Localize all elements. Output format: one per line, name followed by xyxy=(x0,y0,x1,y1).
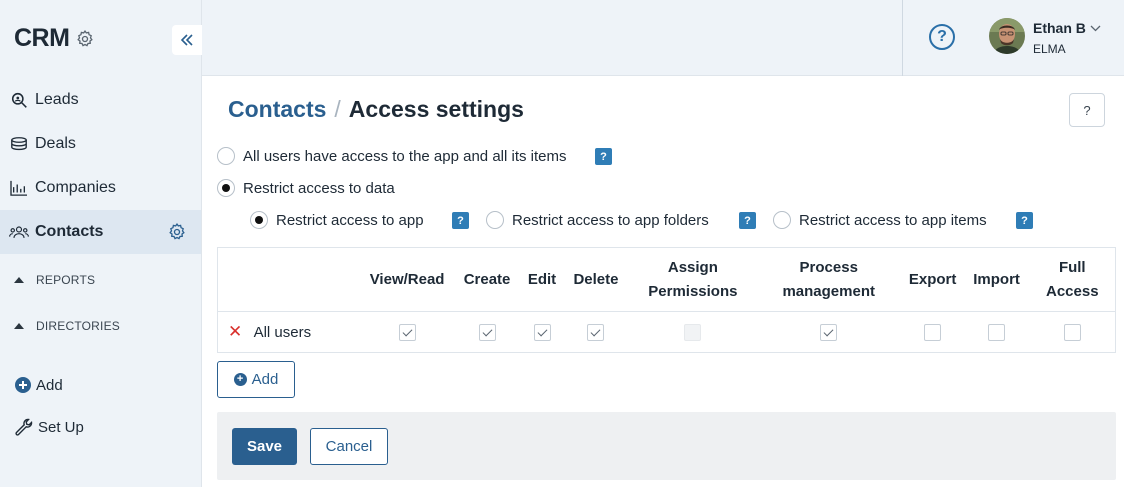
contacts-settings-gear-icon[interactable] xyxy=(167,222,187,247)
page-title: Access settings xyxy=(348,96,524,122)
column-header: View/Read xyxy=(362,247,453,312)
sidebar-item-label: Companies xyxy=(35,179,116,196)
row-user-cell: ✕ All users xyxy=(218,312,363,353)
option-all-users-access[interactable]: All users have access to the app and all… xyxy=(217,147,567,165)
question-icon: ? xyxy=(1083,102,1091,118)
checkbox-create[interactable] xyxy=(478,323,496,341)
save-button[interactable]: Save xyxy=(232,428,297,465)
app-title: CRM xyxy=(14,24,70,52)
wrench-icon xyxy=(14,417,34,437)
radio-button-selected[interactable] xyxy=(217,179,235,197)
people-icon xyxy=(9,222,29,242)
triangle-up-icon xyxy=(14,323,24,329)
section-label: REPORTS xyxy=(36,273,96,287)
option-label: All users have access to the app and all… xyxy=(243,147,567,165)
page-help-button[interactable]: ? xyxy=(1069,93,1105,127)
checkbox-full-access[interactable] xyxy=(1063,323,1081,341)
option-label: Restrict access to app folders xyxy=(512,211,709,229)
option-label: Restrict access to data xyxy=(243,179,395,197)
column-header: Assign Permissions xyxy=(629,247,756,312)
help-badge-icon[interactable]: ? xyxy=(595,148,612,165)
setup-label: Set Up xyxy=(38,418,84,436)
checkbox-import[interactable] xyxy=(988,323,1006,341)
option-label: Restrict access to app items xyxy=(799,211,987,229)
sidebar-item-contacts[interactable]: Contacts xyxy=(0,210,201,254)
column-header: Edit xyxy=(522,247,562,312)
checkbox-export[interactable] xyxy=(924,323,942,341)
table-row: ✕ All users xyxy=(218,312,1116,353)
sidebar-section-reports[interactable]: REPORTS xyxy=(14,273,95,287)
breadcrumb-contacts-link[interactable]: Contacts xyxy=(228,96,326,123)
radio-button[interactable] xyxy=(217,147,235,165)
top-bar: ? Ethan B ELMA xyxy=(202,0,1124,76)
remove-x-icon[interactable]: ✕ xyxy=(228,322,242,341)
radio-button-selected[interactable] xyxy=(250,211,268,229)
sidebar-item-deals[interactable]: Deals xyxy=(0,122,201,166)
cancel-button[interactable]: Cancel xyxy=(310,428,388,465)
avatar xyxy=(989,18,1025,54)
app-brand: CRM xyxy=(14,24,95,53)
table-header-row: View/Read Create Edit Delete Assign Permi… xyxy=(217,247,1116,312)
sidebar-item-label: Contacts xyxy=(35,223,104,240)
sidebar-item-label: Deals xyxy=(35,135,76,152)
plus-circle-icon: + xyxy=(233,373,247,386)
sidebar-add-button[interactable]: Add xyxy=(14,376,63,394)
add-button-label: Add xyxy=(251,371,279,388)
user-name: Ethan B xyxy=(1033,20,1086,36)
sidebar-item-leads[interactable]: Leads xyxy=(0,78,201,122)
section-label: DIRECTORIES xyxy=(36,319,120,333)
triangle-up-icon xyxy=(14,277,24,283)
help-badge-icon[interactable]: ? xyxy=(739,212,756,229)
option-restrict-items[interactable]: Restrict access to app items xyxy=(773,211,987,229)
option-label: Restrict access to app xyxy=(276,211,424,229)
help-badge-icon[interactable]: ? xyxy=(452,212,469,229)
topbar-divider xyxy=(902,0,903,76)
option-restrict-folders[interactable]: Restrict access to app folders xyxy=(486,211,709,229)
help-badge-icon[interactable]: ? xyxy=(1016,212,1033,229)
checkbox-view-read[interactable] xyxy=(398,323,416,341)
option-restrict-access[interactable]: Restrict access to data xyxy=(217,179,395,197)
breadcrumb: Contacts / Access settings xyxy=(228,96,524,123)
permissions-table: View/Read Create Edit Delete Assign Permi… xyxy=(217,247,1116,353)
breadcrumb-separator: / xyxy=(334,96,341,122)
column-header-user xyxy=(217,247,363,312)
form-footer: Save Cancel xyxy=(217,412,1116,480)
add-user-button[interactable]: + Add xyxy=(217,361,295,398)
collapse-sidebar-button[interactable] xyxy=(172,25,202,55)
app-settings-gear-icon[interactable] xyxy=(75,29,95,49)
checkbox-assign-permissions xyxy=(684,323,702,341)
column-header: Import xyxy=(963,247,1030,312)
radio-button[interactable] xyxy=(486,211,504,229)
option-restrict-app[interactable]: Restrict access to app xyxy=(250,211,424,229)
chevron-down-icon xyxy=(1090,25,1101,31)
chart-icon xyxy=(9,178,29,198)
plus-circle-icon xyxy=(14,376,32,394)
sidebar: CRM Leads Deals Companies Contacts REPOR… xyxy=(0,0,202,487)
add-label: Add xyxy=(36,376,63,394)
sidebar-item-label: Leads xyxy=(35,91,79,108)
column-header: Create xyxy=(452,247,523,312)
row-user-name: All users xyxy=(253,324,312,341)
sidebar-section-directories[interactable]: DIRECTORIES xyxy=(14,319,120,333)
column-header: Full Access xyxy=(1029,247,1116,312)
column-header: Process management xyxy=(755,247,902,312)
stack-icon xyxy=(9,134,29,154)
column-header: Export xyxy=(901,247,964,312)
radio-button[interactable] xyxy=(773,211,791,229)
checkbox-edit[interactable] xyxy=(533,323,551,341)
column-header: Delete xyxy=(562,247,630,312)
sidebar-setup-button[interactable]: Set Up xyxy=(14,417,84,437)
checkbox-delete[interactable] xyxy=(587,323,605,341)
user-org: ELMA xyxy=(1033,42,1066,56)
sidebar-item-companies[interactable]: Companies xyxy=(0,166,201,210)
double-chevron-left-icon xyxy=(180,34,193,46)
checkbox-process-management[interactable] xyxy=(820,323,838,341)
help-icon[interactable]: ? xyxy=(929,24,955,50)
user-menu[interactable]: Ethan B ELMA xyxy=(989,18,1101,56)
search-icon xyxy=(9,90,29,110)
